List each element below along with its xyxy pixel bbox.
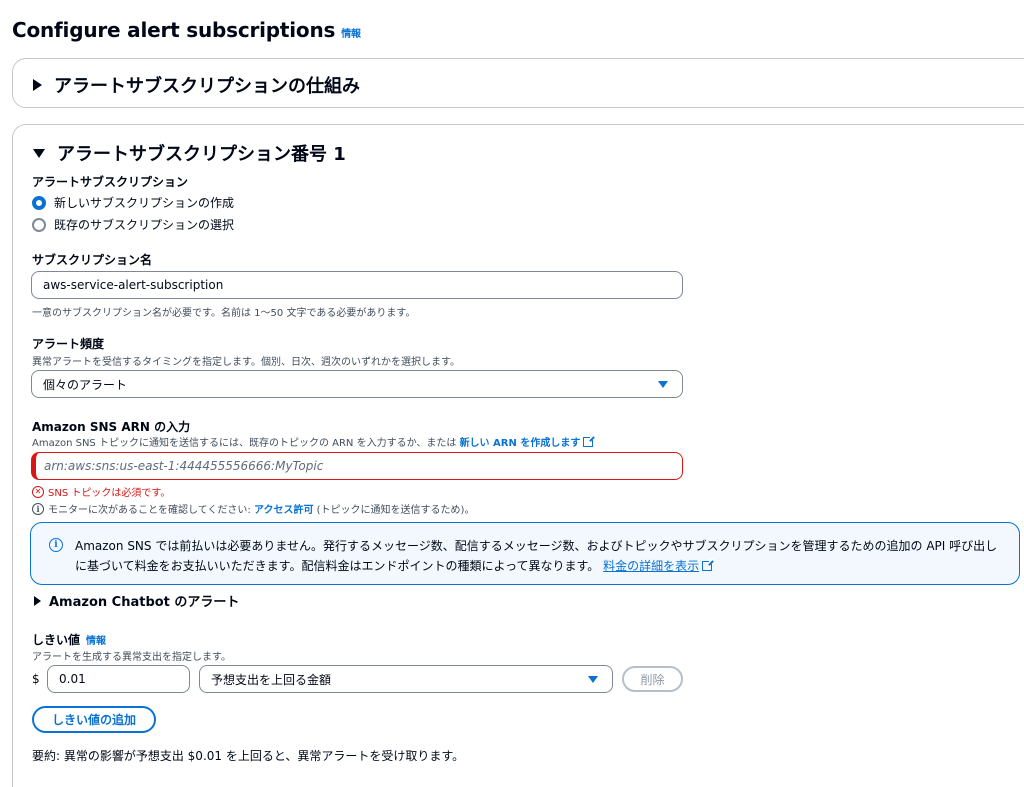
create-arn-link[interactable]: 新しい ARN を作成します	[460, 438, 581, 449]
info-circle-icon: i	[32, 502, 44, 515]
sns-permission-prefix: モニターに次があることを確認してください:	[48, 505, 251, 516]
external-link-icon	[702, 559, 715, 571]
how-it-works-panel: アラートサブスクリプションの仕組み	[12, 58, 1024, 108]
subscription-panel: アラートサブスクリプション番号 1 アラートサブスクリプション 新しいサブスクリ…	[12, 124, 1024, 787]
info-circle-icon: i	[49, 538, 63, 552]
sns-error-message: ✕ SNS トピックは必須です。	[32, 484, 170, 499]
sns-arn-input[interactable]: arn:aws:sns:us-east-1:444455556666:MyTop…	[31, 452, 683, 480]
sns-error-text: SNS トピックは必須です。	[48, 488, 171, 499]
pricing-details-link[interactable]: 料金の詳細を表示	[603, 559, 699, 573]
chevron-down-icon	[658, 381, 668, 388]
page-title-text: Configure alert subscriptions	[12, 18, 336, 42]
caret-right-icon	[33, 79, 42, 91]
chevron-down-icon	[588, 676, 598, 683]
sns-permission-suffix: (トピックに通知を送信するため)。	[316, 505, 475, 516]
threshold-info-link[interactable]: 情報	[86, 636, 106, 647]
add-threshold-button[interactable]: しきい値の追加	[32, 706, 156, 733]
alert-frequency-value: 個々のアラート	[43, 377, 128, 392]
sns-arn-label: Amazon SNS ARN の入力	[32, 420, 191, 434]
alert-frequency-desc: 異常アラートを受信するタイミングを指定します。個別、日次、週次のいずれかを選択し…	[32, 357, 460, 368]
radio-new-subscription[interactable]: 新しいサブスクリプションの作成	[32, 194, 234, 211]
chatbot-alerts-label: Amazon Chatbot のアラート	[49, 595, 240, 610]
subscription-panel-title: アラートサブスクリプション番号 1	[57, 144, 346, 165]
chatbot-alerts-toggle[interactable]: Amazon Chatbot のアラート	[34, 591, 239, 610]
threshold-type-value: 予想支出を上回る金額	[211, 672, 332, 687]
radio-selected-icon	[32, 195, 46, 210]
caret-right-icon	[34, 595, 41, 606]
radio-new-label: 新しいサブスクリプションの作成	[54, 196, 235, 210]
threshold-amount-input[interactable]: 0.01	[47, 665, 190, 693]
subscription-name-label: サブスクリプション名	[32, 253, 153, 267]
page-title: Configure alert subscriptions 情報	[12, 18, 361, 42]
external-link-icon	[583, 435, 596, 447]
threshold-type-select[interactable]: 予想支出を上回る金額	[199, 665, 613, 693]
sns-arn-desc-text: Amazon SNS トピックに通知を送信するには、既存のトピックの ARN を…	[32, 438, 457, 449]
sns-arn-desc: Amazon SNS トピックに通知を送信するには、既存のトピックの ARN を…	[32, 434, 596, 449]
subscription-panel-toggle[interactable]: アラートサブスクリプション番号 1	[33, 140, 346, 166]
threshold-label: しきい値	[32, 633, 81, 647]
alert-frequency-label: アラート頻度	[32, 337, 105, 351]
radio-unselected-icon	[32, 217, 46, 232]
error-icon: ✕	[32, 485, 44, 498]
info-link[interactable]: 情報	[341, 29, 361, 40]
sns-pricing-alert: i Amazon SNS では前払いは必要ありません。発行するメッセージ数、配信…	[30, 522, 1020, 585]
subscription-name-input[interactable]: aws-service-alert-subscription	[31, 271, 683, 299]
how-it-works-title: アラートサブスクリプションの仕組み	[54, 76, 360, 97]
threshold-summary: 要約: 異常の影響が予想支出 $0.01 を上回ると、異常アラートを受け取ります…	[32, 749, 465, 763]
radio-existing-subscription[interactable]: 既存のサブスクリプションの選択	[32, 216, 234, 233]
currency-symbol: $	[32, 672, 40, 686]
how-it-works-toggle[interactable]: アラートサブスクリプションの仕組み	[33, 72, 360, 98]
threshold-desc: アラートを生成する異常支出を指定します。	[32, 652, 231, 663]
remove-threshold-button[interactable]: 削除	[622, 666, 683, 692]
alert-frequency-select[interactable]: 個々のアラート	[31, 370, 683, 398]
subscription-type-label: アラートサブスクリプション	[32, 175, 189, 189]
threshold-label-row: しきい値 情報	[32, 631, 106, 648]
sns-pricing-text: Amazon SNS では前払いは必要ありません。発行するメッセージ数、配信する…	[75, 539, 998, 573]
sns-permission-info: i モニターに次があることを確認してください: アクセス許可 (トピックに通知を…	[32, 501, 474, 516]
access-permission-link[interactable]: アクセス許可	[254, 501, 314, 516]
radio-existing-label: 既存のサブスクリプションの選択	[54, 218, 235, 232]
caret-down-icon	[33, 148, 45, 158]
subscription-name-hint: 一意のサブスクリプション名が必要です。名前は 1〜50 文字である必要があります…	[32, 308, 416, 319]
